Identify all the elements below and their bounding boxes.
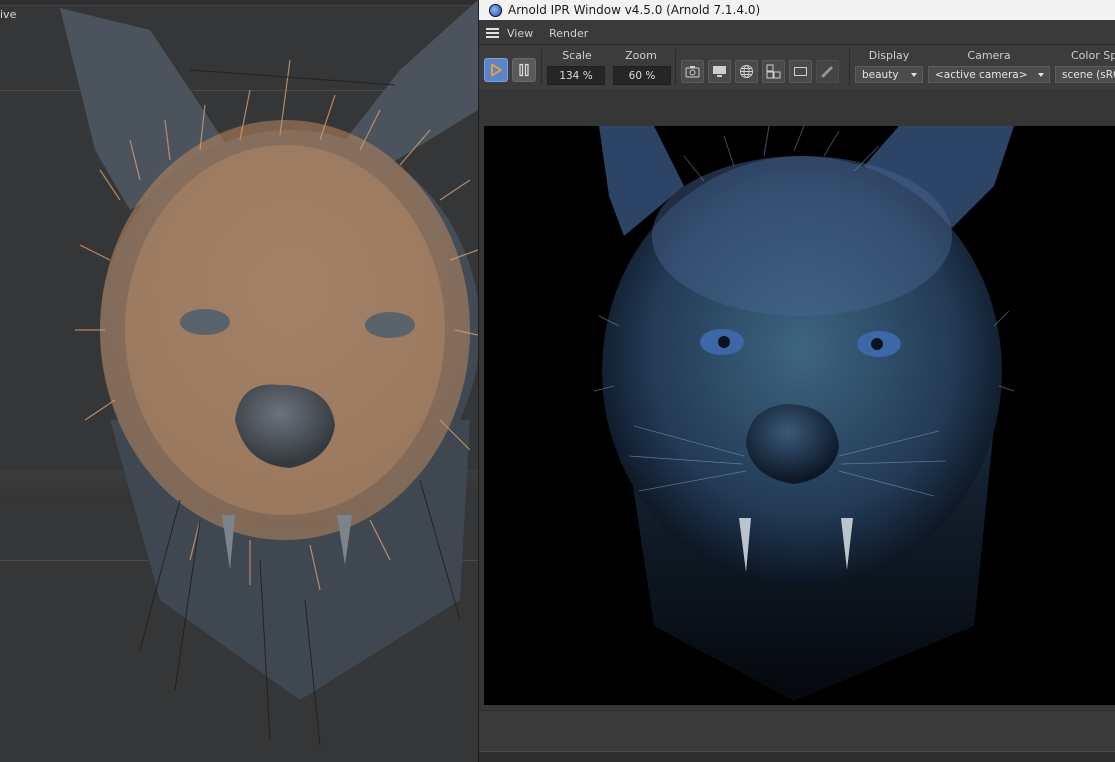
3d-viewport[interactable]: ive [0,0,478,762]
color-space-value: scene (sRGB [1062,68,1115,81]
fur-strands [100,120,470,540]
color-space-dropdown[interactable]: scene (sRGB [1055,66,1115,83]
render-image[interactable] [484,126,1115,705]
display-icon [713,66,726,77]
wolf-render [593,126,1015,701]
display-button[interactable] [708,60,731,83]
snapshot-icon [685,66,700,78]
globe-icon [740,65,753,78]
chevron-down-icon [1038,73,1044,77]
pause-button[interactable] [512,58,536,82]
scale-label: Scale [562,49,592,62]
zoom-field[interactable]: 60 % [613,66,671,85]
camera-dropdown[interactable]: <active camera> [928,66,1050,83]
snapshot-button[interactable] [681,60,704,83]
display-value: beauty [862,68,899,81]
region-icon [794,67,807,76]
zoom-label: Zoom [625,49,657,62]
play-button[interactable] [484,58,508,82]
window-title: Arnold IPR Window v4.5.0 (Arnold 7.1.4.0… [508,3,761,17]
display-label: Display [868,49,910,62]
color-space-label: Color Spa [1071,49,1115,62]
scale-field[interactable]: 134 % [547,66,605,85]
app-icon [489,3,502,17]
globe-button[interactable] [735,60,758,83]
wolf-model-viewport [60,0,478,746]
camera-value: <active camera> [935,68,1028,81]
ipr-toolbar: Scale 134 % Zoom 60 % Display beauty Cam… [479,44,1115,89]
layout-button[interactable] [762,60,785,83]
hamburger-icon[interactable] [486,28,499,38]
window-titlebar[interactable]: Arnold IPR Window v4.5.0 (Arnold 7.1.4.0… [479,0,1115,20]
toolbar-separator [849,49,850,85]
menu-view[interactable]: View [507,27,533,40]
horizontal-scrollbar[interactable] [479,751,1115,762]
pause-icon [519,63,529,77]
menu-render[interactable]: Render [549,27,588,40]
chevron-down-icon [911,73,917,77]
toolbar-separator [541,49,542,85]
debug-button[interactable] [816,60,839,83]
debug-icon [821,66,833,78]
render-view-area[interactable] [479,89,1115,709]
menu-bar: View Render [479,22,1115,44]
arnold-ipr-window[interactable]: Arnold IPR Window v4.5.0 (Arnold 7.1.4.0… [478,0,1115,762]
status-bar [479,710,1115,762]
display-dropdown[interactable]: beauty [855,66,923,83]
toolbar-separator [675,49,676,85]
region-button[interactable] [789,60,812,83]
layout-icon [766,64,781,79]
camera-label: Camera [967,49,1011,62]
play-icon [491,63,502,77]
